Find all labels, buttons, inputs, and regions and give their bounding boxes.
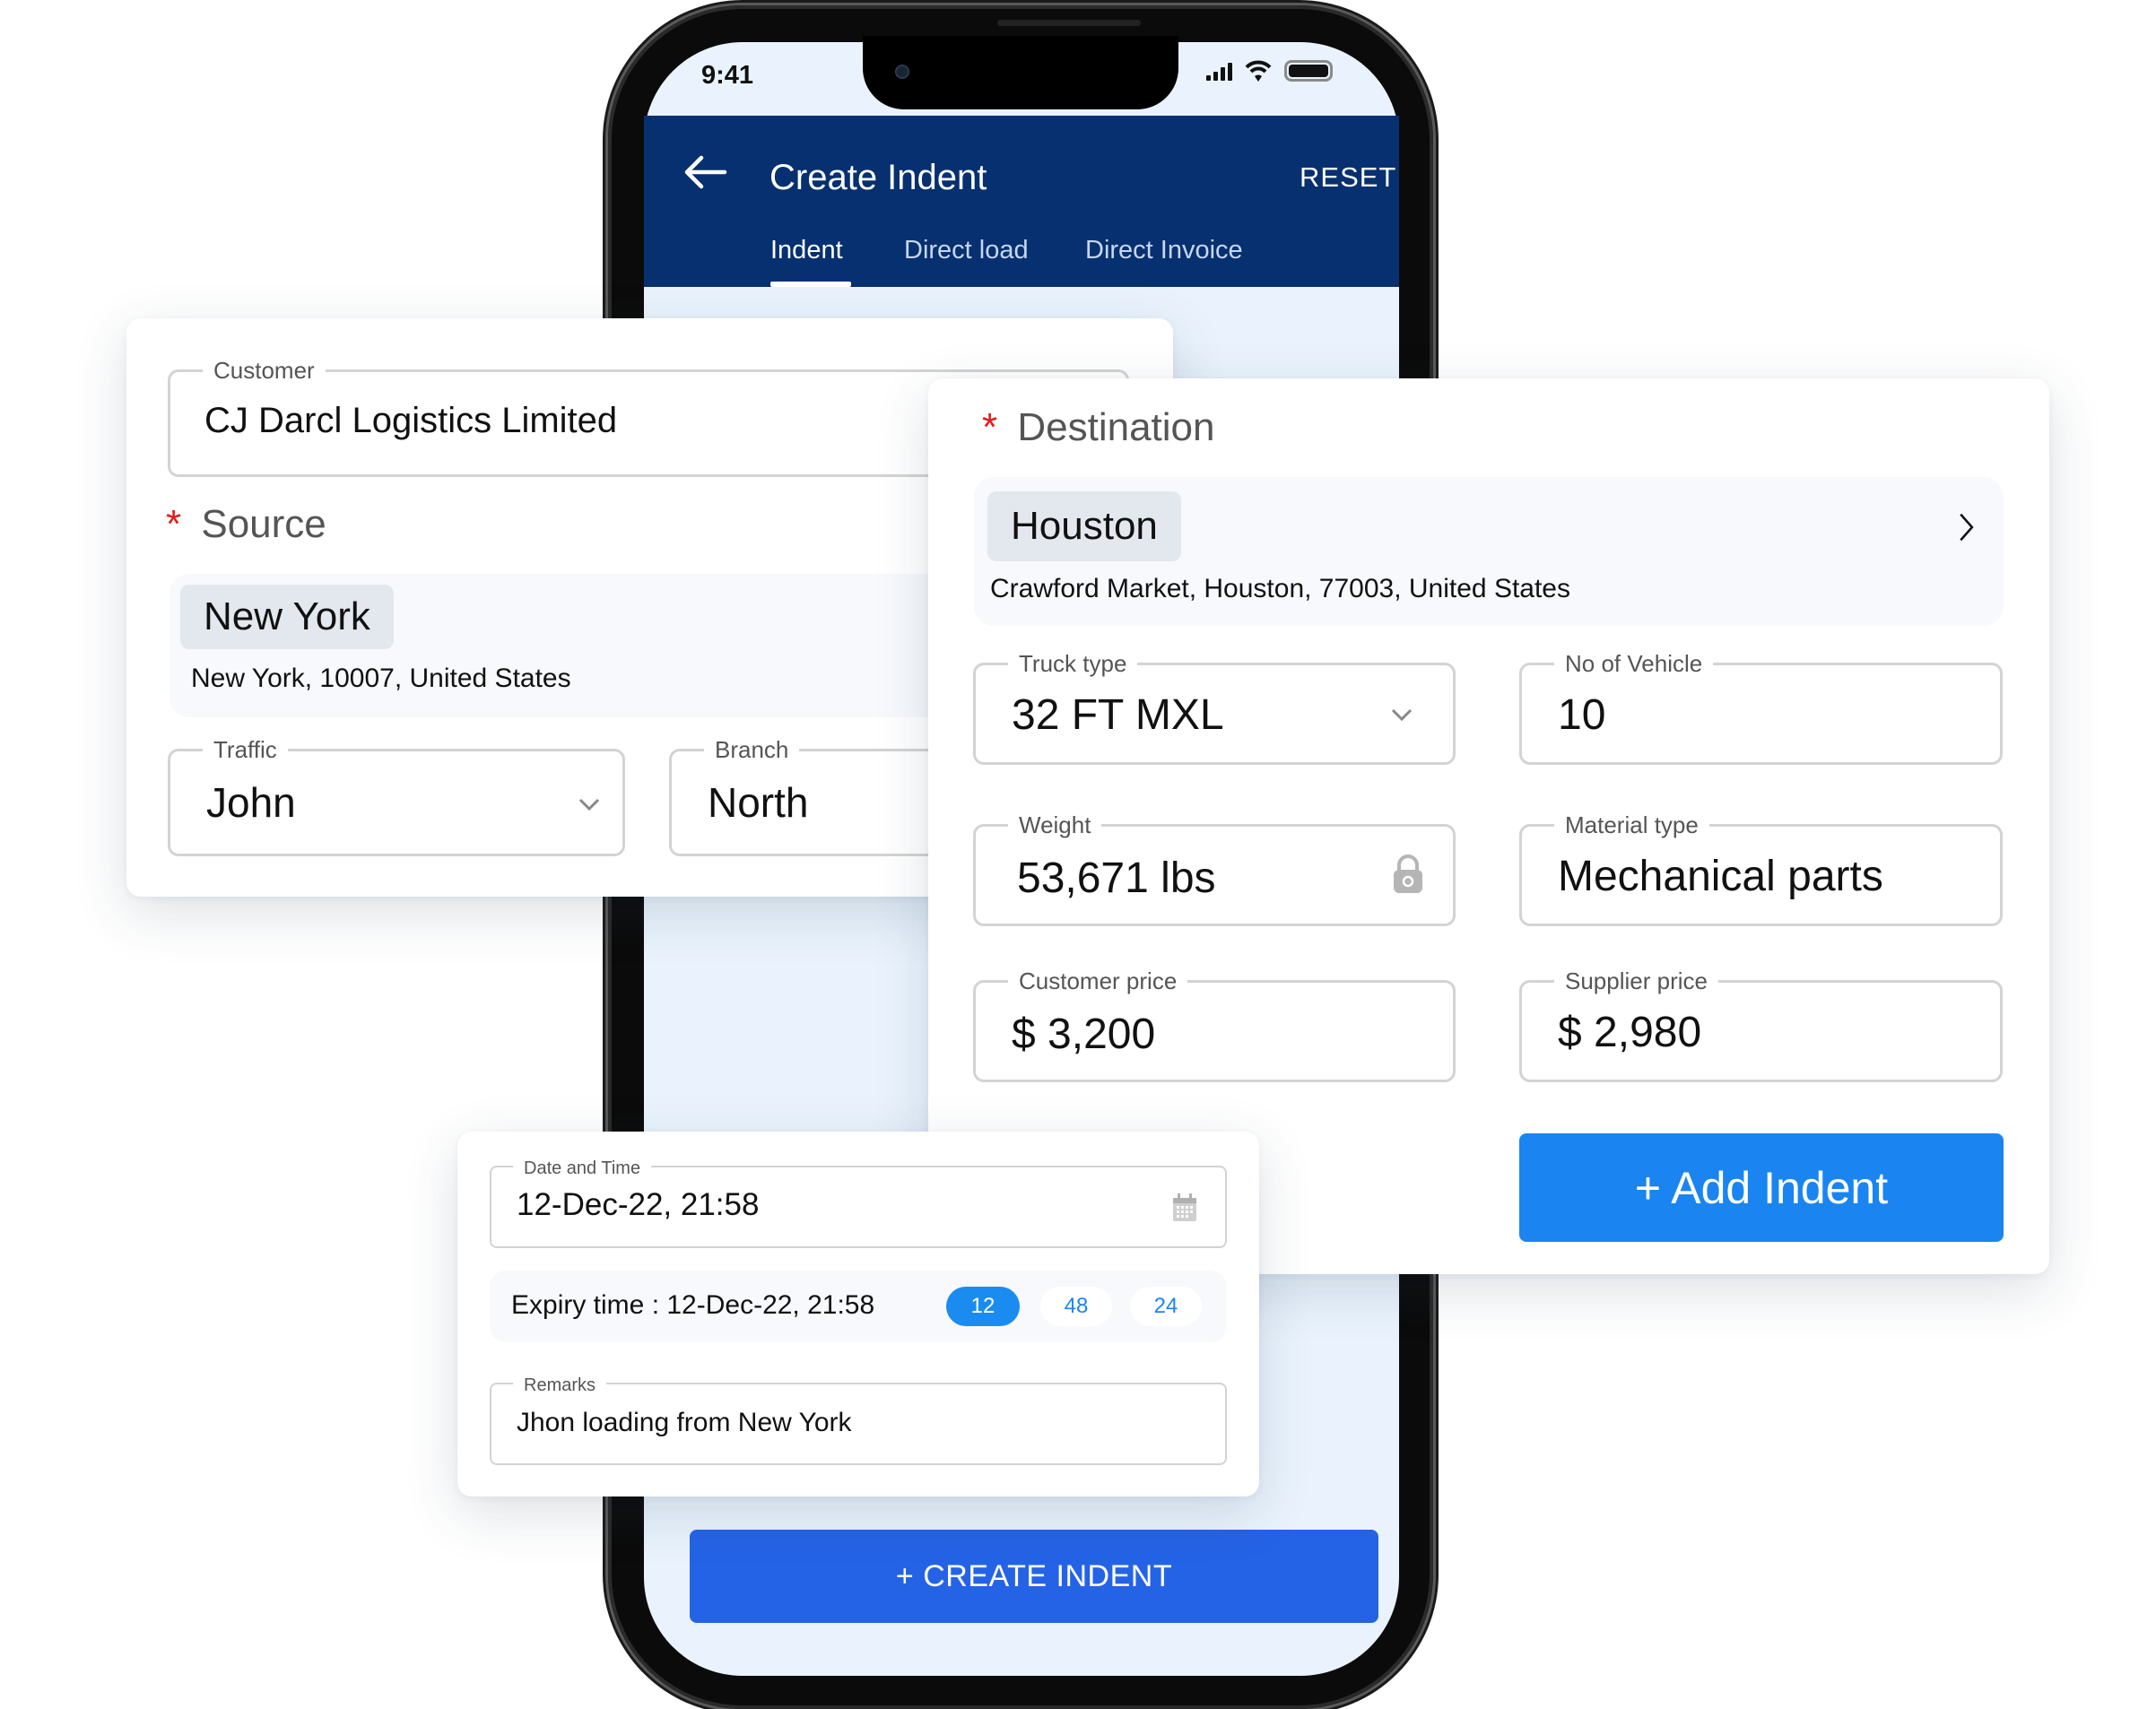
customer-label: Customer [203, 357, 326, 384]
supplier-price-field[interactable]: Supplier price $ 2,980 [1519, 967, 2003, 1082]
required-mark: * [166, 502, 182, 546]
lock-icon [1394, 854, 1422, 893]
supplier-price-value: $ 2,980 [1558, 1009, 1702, 1056]
branch-value: North [708, 779, 809, 826]
camera-icon [895, 65, 909, 79]
material-type-value: Mechanical parts [1558, 853, 1883, 900]
expiry-text: Expiry time : 12-Dec-22, 21:58 [511, 1290, 875, 1320]
remarks-field[interactable]: Remarks Jhon loading from New York [490, 1372, 1227, 1465]
active-tab-indicator [770, 282, 851, 287]
reset-button[interactable]: RESET [1300, 161, 1396, 194]
material-type-field[interactable]: Material type Mechanical parts [1519, 811, 2003, 926]
no-of-vehicle-field[interactable]: No of Vehicle 10 [1519, 650, 2003, 765]
source-heading: * Source [166, 502, 326, 547]
source-address: New York, 10007, United States [191, 664, 571, 693]
no-of-vehicle-label: No of Vehicle [1554, 650, 1714, 677]
arrow-left-icon[interactable] [682, 154, 728, 190]
page-title: Create Indent [769, 158, 987, 197]
remarks-label: Remarks [513, 1372, 607, 1399]
traffic-select[interactable]: Traffic John [168, 736, 625, 856]
truck-type-label: Truck type [1008, 650, 1138, 677]
chevron-down-icon [578, 798, 600, 811]
truck-type-value: 32 FT MXL [1012, 691, 1224, 739]
truck-type-select[interactable]: Truck type 32 FT MXL [973, 650, 1456, 765]
destination-city-chip: Houston [987, 491, 1181, 561]
date-time-value: 12-Dec-22, 21:58 [517, 1187, 760, 1222]
destination-label: Destination [1017, 405, 1215, 449]
destination-address: Crawford Market, Houston, 77003, United … [990, 574, 1570, 603]
no-of-vehicle-value: 10 [1558, 691, 1606, 739]
date-time-field[interactable]: Date and Time 12-Dec-22, 21:58 [490, 1155, 1227, 1248]
branch-label: Branch [704, 736, 800, 763]
supplier-price-label: Supplier price [1554, 967, 1718, 994]
phone-notch [863, 36, 1178, 109]
weight-value: 53,671 lbs [1017, 854, 1216, 902]
weight-label: Weight [1008, 811, 1102, 838]
time-card: Date and Time 12-Dec-22, 21:58 Expiry ti… [457, 1132, 1259, 1496]
expiry-option-48[interactable]: 48 [1040, 1287, 1112, 1326]
required-mark: * [982, 405, 998, 449]
customer-value: CJ Darcl Logistics Limited [204, 401, 618, 440]
phone-speaker [997, 20, 1141, 26]
chevron-right-icon [1960, 513, 1974, 542]
customer-price-label: Customer price [1008, 967, 1188, 994]
tab-direct-invoice[interactable]: Direct Invoice [1085, 236, 1243, 265]
expiry-option-12[interactable]: 12 [946, 1287, 1020, 1326]
traffic-label: Traffic [203, 736, 288, 763]
material-type-label: Material type [1554, 811, 1709, 838]
status-time: 9:41 [701, 61, 754, 90]
source-city-chip: New York [180, 585, 394, 649]
destination-location[interactable]: Houston Crawford Market, Houston, 77003,… [974, 477, 2004, 626]
customer-price-field[interactable]: Customer price $ 3,200 [973, 967, 1456, 1082]
tab-indent[interactable]: Indent [770, 236, 843, 265]
add-indent-button[interactable]: + Add Indent [1519, 1133, 2004, 1242]
weight-field[interactable]: Weight 53,671 lbs [973, 811, 1456, 926]
wifi-icon [1245, 60, 1272, 82]
date-time-label: Date and Time [513, 1155, 652, 1182]
destination-heading: * Destination [982, 405, 1215, 450]
create-indent-button[interactable]: + CREATE INDENT [690, 1530, 1378, 1623]
chevron-down-icon [1391, 708, 1413, 722]
traffic-value: John [206, 779, 296, 826]
status-icons [1206, 59, 1333, 82]
expiry-row: Expiry time : 12-Dec-22, 21:58 12 48 24 [490, 1271, 1227, 1342]
remarks-value: Jhon loading from New York [517, 1408, 852, 1437]
battery-icon [1284, 60, 1333, 82]
calendar-icon[interactable] [1171, 1193, 1198, 1223]
expiry-option-24[interactable]: 24 [1130, 1287, 1202, 1326]
customer-price-value: $ 3,200 [1012, 1011, 1156, 1058]
source-label: Source [201, 502, 326, 546]
tab-direct-load[interactable]: Direct load [904, 236, 1029, 265]
signal-icon [1206, 61, 1232, 81]
